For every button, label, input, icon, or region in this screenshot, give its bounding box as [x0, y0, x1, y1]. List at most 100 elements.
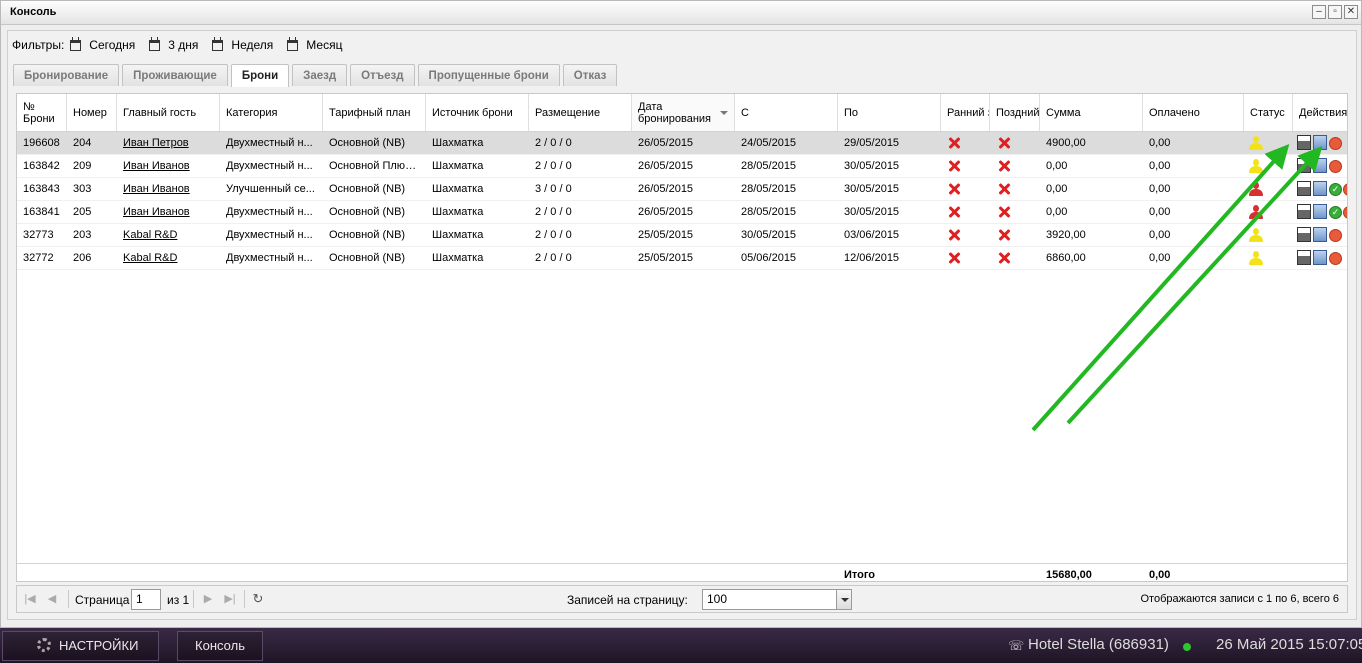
guest-link[interactable]: Kabal R&D	[123, 252, 177, 264]
cell-paid: 0,00	[1149, 160, 1171, 172]
close-button[interactable]: ✕	[1344, 5, 1358, 19]
guest-link[interactable]: Иван Иванов	[123, 183, 190, 195]
column-header-room[interactable]: Номер	[67, 94, 117, 131]
column-header-early-checkin[interactable]: Ранний з	[941, 94, 990, 131]
guest-card-icon[interactable]	[1313, 204, 1327, 219]
filter-label: 3 дня	[168, 38, 199, 52]
cell-source: Шахматка	[432, 137, 484, 149]
guest-link[interactable]: Иван Иванов	[123, 160, 190, 172]
table-row[interactable]: 32773 203 Kabal R&D Двухместный н... Основно…	[17, 224, 1347, 247]
tab-missed-reservations[interactable]: Пропущенные брони	[417, 64, 560, 86]
print-icon[interactable]	[1297, 158, 1311, 173]
guest-card-icon[interactable]	[1313, 181, 1327, 196]
maximize-button[interactable]: ▫	[1328, 5, 1342, 19]
last-page-icon[interactable]: ▶|	[223, 592, 237, 606]
clock: 26 Май 2015 15:07:05	[1216, 636, 1362, 653]
print-icon[interactable]	[1297, 250, 1311, 265]
table-row[interactable]: 163843 303 Иван Иванов Улучшенный се... Осно…	[17, 178, 1347, 201]
table-row[interactable]: 163841 205 Иван Иванов Двухместный н... Осно…	[17, 201, 1347, 224]
cell-id: 163843	[23, 183, 60, 195]
column-header-placement[interactable]: Размещение	[529, 94, 632, 131]
confirm-icon[interactable]: ✓	[1329, 183, 1342, 196]
filter-label: Сегодня	[89, 38, 136, 52]
cancel-icon[interactable]	[1329, 137, 1342, 150]
cell-category: Двухместный н...	[226, 160, 313, 172]
tab-residents[interactable]: Проживающие	[122, 64, 228, 86]
guest-link[interactable]: Kabal R&D	[123, 229, 177, 241]
minimize-button[interactable]: –	[1312, 5, 1326, 19]
filter-today[interactable]: Сегодня	[70, 36, 136, 52]
cell-guest: Иван Иванов	[117, 178, 220, 200]
cell-rate-plan: Основной Плюс ...	[329, 160, 423, 172]
print-icon[interactable]	[1297, 135, 1311, 150]
confirm-icon[interactable]: ✓	[1329, 206, 1342, 219]
print-icon[interactable]	[1297, 181, 1311, 196]
status-person-icon	[1248, 158, 1264, 174]
tab-refusal[interactable]: Отказ	[562, 64, 618, 86]
cell-booking-date: 26/05/2015	[638, 137, 694, 149]
tab-checkin[interactable]: Заезд	[292, 64, 348, 86]
column-header-status[interactable]: Статус	[1244, 94, 1293, 131]
settings-button[interactable]: НАСТРОЙКИ	[2, 631, 159, 661]
table-row[interactable]: 163842 209 Иван Иванов Двухместный н... Осно…	[17, 155, 1347, 178]
column-header-rate-plan[interactable]: Тарифный план	[323, 94, 426, 131]
cell-from: 28/05/2015	[741, 160, 797, 172]
page-label: Страница	[75, 593, 130, 607]
guest-card-icon[interactable]	[1313, 250, 1327, 265]
console-content: Фильтры: Сегодня 3 дня Неделя Месяц Брон…	[7, 30, 1357, 620]
column-header-paid[interactable]: Оплачено	[1143, 94, 1244, 131]
column-header-id[interactable]: № Брони	[17, 94, 67, 131]
refresh-icon[interactable]: ↻	[251, 592, 265, 606]
table-row[interactable]: 196608 204 Иван Петров Двухместный н... Осно…	[17, 132, 1347, 155]
column-header-booking-date-label: Дата бронирования	[638, 100, 712, 125]
guest-card-icon[interactable]	[1313, 135, 1327, 150]
page-number-input[interactable]: 1	[131, 589, 161, 610]
console-taskbar-button[interactable]: Консоль	[177, 631, 263, 661]
column-header-actions[interactable]: Действия	[1293, 94, 1347, 131]
tab-checkout[interactable]: Отъезд	[350, 64, 415, 86]
cell-booking-date: 26/05/2015	[638, 183, 694, 195]
first-page-icon[interactable]: |◀	[23, 592, 37, 606]
column-header-sum[interactable]: Сумма	[1040, 94, 1143, 131]
cell-room: 303	[73, 183, 92, 195]
guest-link[interactable]: Иван Петров	[123, 137, 189, 149]
window-titlebar[interactable]: Консоль – ▫ ✕	[1, 1, 1361, 25]
cell-source: Шахматка	[432, 183, 484, 195]
cell-placement: 2 / 0 / 0	[535, 252, 572, 264]
filter-week[interactable]: Неделя	[212, 36, 273, 52]
filters-label: Фильтры:	[12, 38, 65, 52]
column-header-category[interactable]: Категория	[220, 94, 323, 131]
per-page-select[interactable]: 100	[702, 589, 852, 610]
print-icon[interactable]	[1297, 204, 1311, 219]
column-header-from[interactable]: С	[735, 94, 838, 131]
column-header-guest[interactable]: Главный гость	[117, 94, 220, 131]
status-person-icon	[1248, 181, 1264, 197]
cancel-icon[interactable]	[1329, 229, 1342, 242]
cell-booking-date: 26/05/2015	[638, 206, 694, 218]
cell-guest: Kabal R&D	[117, 224, 220, 246]
column-header-late-checkout[interactable]: Поздний	[990, 94, 1040, 131]
cancel-icon[interactable]	[1329, 160, 1342, 173]
guest-card-icon[interactable]	[1313, 227, 1327, 242]
cell-to: 30/05/2015	[844, 183, 900, 195]
tab-reservations[interactable]: Брони	[230, 64, 290, 87]
table-row[interactable]: 32772 206 Kabal R&D Двухместный н... Основно…	[17, 247, 1347, 270]
print-icon[interactable]	[1297, 227, 1311, 242]
filter-month[interactable]: Месяц	[287, 36, 342, 52]
cell-guest: Иван Иванов	[117, 155, 220, 177]
filter-3-days[interactable]: 3 дня	[149, 36, 199, 52]
guest-card-icon[interactable]	[1313, 158, 1327, 173]
next-page-icon[interactable]: ▶	[201, 592, 215, 606]
cancel-icon[interactable]	[1329, 252, 1342, 265]
cancel-icon[interactable]	[1343, 206, 1347, 219]
column-header-booking-date[interactable]: Дата бронирования	[632, 94, 735, 131]
column-header-source[interactable]: Источник брони	[426, 94, 529, 131]
tab-bookings[interactable]: Бронирование	[13, 64, 120, 86]
cancel-icon[interactable]	[1343, 183, 1347, 196]
guest-link[interactable]: Иван Иванов	[123, 206, 190, 218]
chevron-down-icon[interactable]	[836, 590, 851, 609]
cell-room: 203	[73, 229, 92, 241]
prev-page-icon[interactable]: ◀	[45, 592, 59, 606]
cell-from: 05/06/2015	[741, 252, 797, 264]
column-header-to[interactable]: По	[838, 94, 941, 131]
